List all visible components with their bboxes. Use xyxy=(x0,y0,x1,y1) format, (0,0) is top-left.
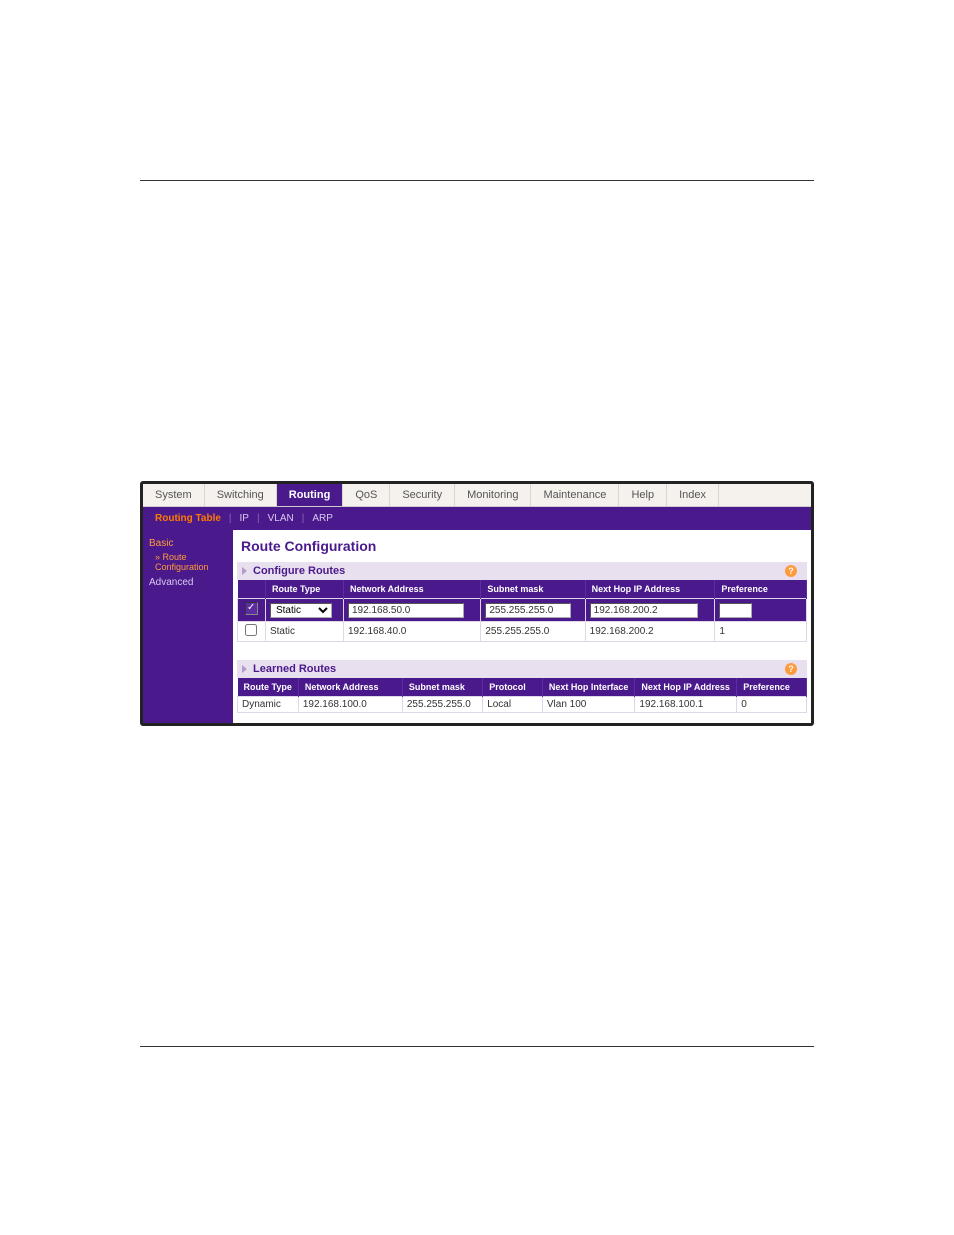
col-checkbox xyxy=(238,580,266,599)
col-subnet-mask: Subnet mask xyxy=(402,678,482,697)
content-panel: Route Configuration Configure Routes ? R… xyxy=(233,530,811,723)
col-preference: Preference xyxy=(715,580,807,599)
help-icon[interactable]: ? xyxy=(785,565,797,577)
col-subnet-mask: Subnet mask xyxy=(481,580,585,599)
cell-network-address: 192.168.40.0 xyxy=(343,622,480,642)
network-address-input[interactable] xyxy=(348,603,464,618)
learned-routes-table: Route Type Network Address Subnet mask P… xyxy=(237,678,807,713)
cell-network-address: 192.168.100.0 xyxy=(298,697,402,713)
tab-index[interactable]: Index xyxy=(667,484,719,506)
tab-routing[interactable]: Routing xyxy=(277,484,344,506)
tab-qos[interactable]: QoS xyxy=(343,484,390,506)
col-route-type: Route Type xyxy=(265,580,343,599)
cell-route-type: Static xyxy=(265,622,343,642)
tab-system[interactable]: System xyxy=(143,484,205,506)
cell-next-hop-ip: 192.168.100.1 xyxy=(635,697,737,713)
separator: | xyxy=(229,513,232,524)
row-checkbox[interactable] xyxy=(245,624,257,636)
sidebar-item-basic[interactable]: Basic xyxy=(149,536,227,551)
page-title: Route Configuration xyxy=(241,538,803,554)
subnav-arp[interactable]: ARP xyxy=(308,511,337,526)
subnet-mask-input[interactable] xyxy=(485,603,571,618)
cell-preference: 1 xyxy=(715,622,807,642)
cell-subnet-mask: 255.255.255.0 xyxy=(481,622,585,642)
tab-monitoring[interactable]: Monitoring xyxy=(455,484,531,506)
tab-help[interactable]: Help xyxy=(619,484,667,506)
subnav-ip[interactable]: IP xyxy=(236,511,253,526)
subnav-vlan[interactable]: VLAN xyxy=(264,511,298,526)
section-configure-routes[interactable]: Configure Routes ? xyxy=(237,562,807,580)
configure-routes-table: Route Type Network Address Subnet mask N… xyxy=(237,580,807,642)
top-tabs: System Switching Routing QoS Security Mo… xyxy=(143,484,811,507)
next-hop-input[interactable] xyxy=(590,603,699,618)
col-network-address: Network Address xyxy=(343,580,480,599)
sidebar-item-advanced[interactable]: Advanced xyxy=(149,575,227,590)
route-type-select[interactable]: Static xyxy=(270,603,332,618)
col-next-hop-iface: Next Hop Interface xyxy=(542,678,635,697)
table-row: Dynamic 192.168.100.0 255.255.255.0 Loca… xyxy=(238,697,807,713)
section-label: Learned Routes xyxy=(253,663,336,675)
subnav-routing-table[interactable]: Routing Table xyxy=(151,511,225,526)
sub-nav: Routing Table | IP | VLAN | ARP xyxy=(143,507,811,530)
cell-protocol: Local xyxy=(483,697,543,713)
cell-next-hop-iface: Vlan 100 xyxy=(542,697,635,713)
col-preference: Preference xyxy=(737,678,807,697)
tab-security[interactable]: Security xyxy=(390,484,455,506)
tab-maintenance[interactable]: Maintenance xyxy=(531,484,619,506)
separator: | xyxy=(257,513,260,524)
col-next-hop-ip: Next Hop IP Address xyxy=(635,678,737,697)
cell-route-type: Dynamic xyxy=(238,697,299,713)
col-protocol: Protocol xyxy=(483,678,543,697)
row-checkbox[interactable] xyxy=(245,602,258,615)
sidebar-item-route-config[interactable]: » Route Configuration xyxy=(149,551,227,575)
app-window: System Switching Routing QoS Security Mo… xyxy=(140,481,814,726)
edit-row: Static xyxy=(238,599,807,622)
col-network-address: Network Address xyxy=(298,678,402,697)
cell-subnet-mask: 255.255.255.0 xyxy=(402,697,482,713)
help-icon[interactable]: ? xyxy=(785,663,797,675)
tab-switching[interactable]: Switching xyxy=(205,484,277,506)
sidebar: Basic » Route Configuration Advanced xyxy=(143,530,233,723)
cell-next-hop: 192.168.200.2 xyxy=(585,622,715,642)
section-learned-routes[interactable]: Learned Routes ? xyxy=(237,660,807,678)
separator: | xyxy=(302,513,305,524)
sidebar-item-label: Route Configuration xyxy=(155,552,209,572)
table-row: Static 192.168.40.0 255.255.255.0 192.16… xyxy=(238,622,807,642)
section-label: Configure Routes xyxy=(253,565,345,577)
cell-preference: 0 xyxy=(737,697,807,713)
col-route-type: Route Type xyxy=(238,678,299,697)
col-next-hop-ip: Next Hop IP Address xyxy=(585,580,715,599)
preference-input[interactable] xyxy=(719,603,752,618)
